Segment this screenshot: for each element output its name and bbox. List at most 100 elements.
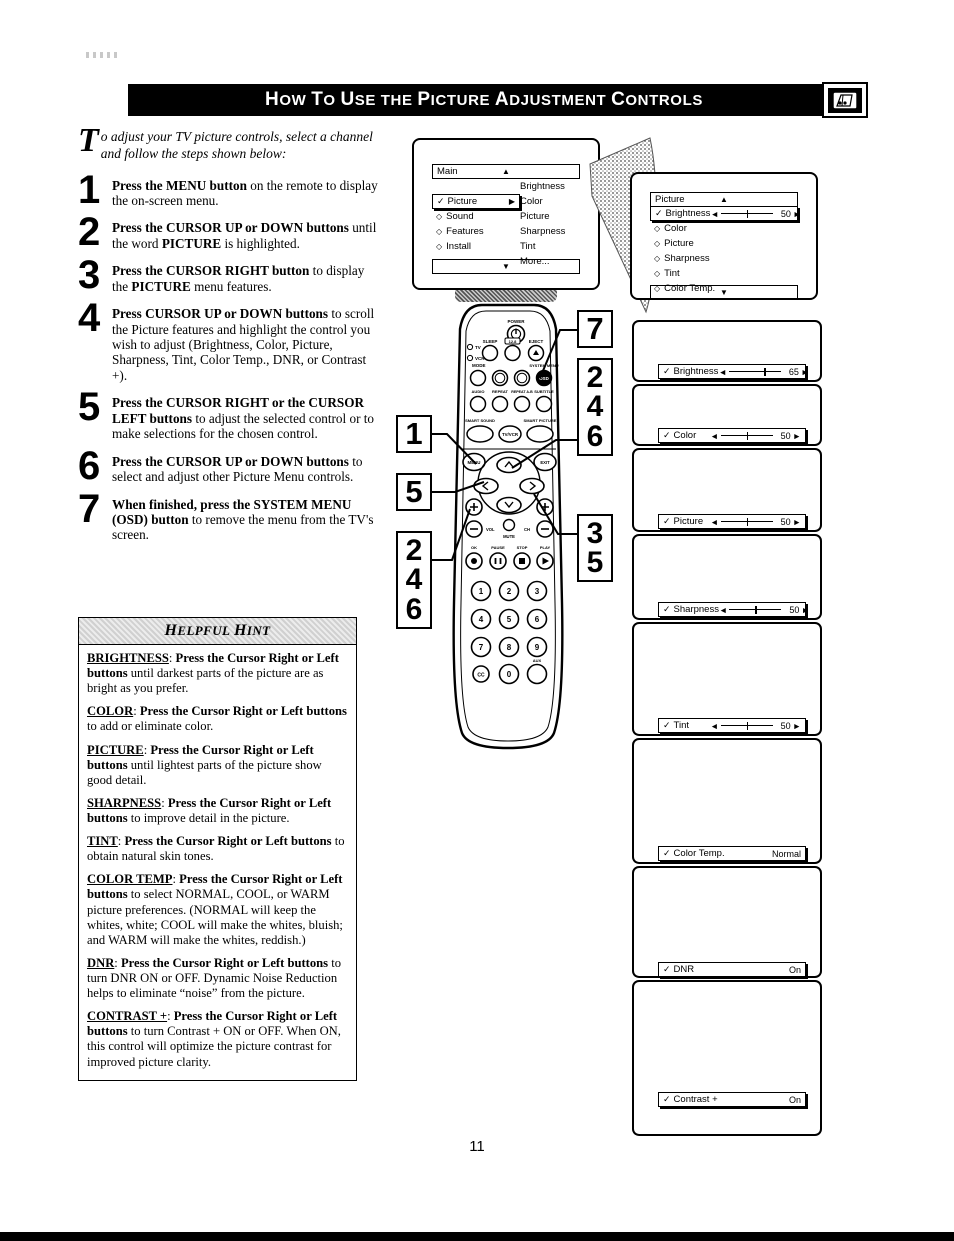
osd-picture-selected-label: Brightness (665, 208, 711, 219)
osd-picture-item-label: Tint (664, 268, 680, 279)
svg-text:VOL: VOL (486, 527, 495, 532)
check-icon: ✓ (663, 720, 671, 730)
slider-value: 50 (789, 604, 800, 615)
picture-panel-label: Picture (673, 516, 704, 527)
osd-picture-down-arrow-icon: ▼ (720, 288, 728, 297)
step-text: Press the MENU button on the remote to d… (112, 177, 378, 208)
osd-picture-selected-row[interactable]: ✓ Brightness ◄ 50 ► (650, 206, 801, 221)
callout-5: 5 (396, 473, 432, 511)
check-icon: ✓ (663, 430, 671, 440)
callout-digit: 4 (586, 390, 604, 424)
diamond-icon: ◇ (654, 239, 661, 248)
svg-text:REPEAT: REPEAT (492, 389, 508, 394)
step-text: Press the CURSOR UP or DOWN buttons unti… (112, 220, 377, 251)
osd-submenu-item-sharpness[interactable]: Sharpness (516, 224, 586, 239)
color-panel: ✓ Color ◄ 50 ► (632, 384, 822, 446)
step-item-1: 1 Press the MENU button on the remote to … (78, 170, 378, 210)
osd-picture-item-color[interactable]: ◇ Color (650, 221, 770, 236)
tint-panel-bar[interactable]: ✓ Tint ◄ 50 ► (658, 718, 806, 733)
svg-text:SLEEP: SLEEP (483, 339, 498, 344)
brightness-panel-label: Brightness (673, 366, 719, 377)
callout-digit: 6 (586, 419, 604, 453)
color-temp-panel: ✓ Color Temp. Normal (632, 738, 822, 864)
contrast-panel-bar[interactable]: ✓ Contrast + On (658, 1092, 806, 1107)
sharpness-slider[interactable]: ◄ 50 ► (719, 605, 810, 615)
osd-picture-item-picture[interactable]: ◇ Picture (650, 236, 770, 251)
osd-main-item-features[interactable]: ◇ Features (432, 224, 524, 239)
svg-text:SUBTITLE: SUBTITLE (534, 389, 554, 394)
svg-text:CH: CH (524, 527, 530, 532)
step-item-3: 3 Press the CURSOR RIGHT button to displa… (78, 253, 378, 298)
callout-1: 1 (396, 415, 432, 453)
osd-submenu-item-label: Sharpness (520, 226, 566, 237)
dnr-value: On (788, 964, 801, 975)
slider-value: 50 (780, 430, 791, 441)
step-number: 3 (78, 253, 101, 298)
instructions-column: To adjust your TV picture controls, sele… (78, 122, 378, 550)
slider-track (720, 431, 773, 440)
step-item-4: 4 Press CURSOR UP or DOWN buttons to scro… (78, 298, 378, 383)
brightness-slider[interactable]: ◄ 65 ► (718, 367, 809, 377)
osd-picture-title: Picture (655, 194, 685, 205)
osd-submenu-item-color[interactable]: Color (516, 194, 586, 209)
picture-slider[interactable]: ◄ 50 ► (710, 517, 801, 527)
tint-slider[interactable]: ◄ 50 ► (710, 721, 801, 731)
svg-text:TV/VCR: TV/VCR (502, 432, 519, 437)
dnr-panel-bar[interactable]: ✓ DNR On (658, 962, 806, 977)
step-text: Press the CURSOR UP or DOWN buttons to s… (112, 453, 363, 485)
color-slider[interactable]: ◄ 50 ► (710, 431, 801, 441)
step-text: Press the CURSOR RIGHT button to display… (112, 263, 365, 294)
diamond-icon: ◇ (654, 254, 661, 263)
svg-text:AUX: AUX (533, 658, 542, 663)
scan-artifact (86, 52, 118, 58)
osd-submenu-item-brightness[interactable]: Brightness (516, 179, 586, 194)
osd-main-item-install[interactable]: ◇ Install (432, 239, 524, 254)
callout-digit: 4 (405, 563, 423, 597)
drop-cap: T (78, 122, 99, 159)
svg-text:SMART PICTURE: SMART PICTURE (524, 418, 557, 423)
brightness-slider[interactable]: ◄ 50 ► (710, 209, 801, 219)
callout-digit: 2 (405, 533, 423, 567)
slider-value: 50 (780, 720, 791, 731)
contrast-panel: ✓ Contrast + On (632, 980, 822, 1136)
step-number: 2 (78, 210, 101, 255)
osd-main-item-picture[interactable]: ✓ Picture ▶ (432, 194, 520, 209)
color-temp-panel-label: Color Temp. (673, 848, 725, 859)
color-temp-value: Normal (771, 848, 801, 859)
check-icon: ✓ (663, 516, 671, 526)
tv-set-icon (822, 82, 868, 118)
osd-submenu-item-tint[interactable]: Tint (516, 239, 586, 254)
osd-picture-item-tint[interactable]: ◇ Tint (650, 266, 770, 281)
diamond-icon: ◇ (436, 212, 443, 221)
slider-track (720, 517, 773, 526)
osd-picture-item-sharpness[interactable]: ◇ Sharpness (650, 251, 770, 266)
color-temp-panel-bar[interactable]: ✓ Color Temp. Normal (658, 846, 806, 861)
slider-left-arrow-icon: ◄ (710, 430, 719, 441)
color-panel-label: Color (673, 430, 697, 441)
remote-control-illustration: POWER TV VCR SLEEP 12.8 EJECT MODE SYSTE… (448, 303, 568, 750)
svg-text:SMART SOUND: SMART SOUND (465, 418, 495, 423)
color-panel-bar[interactable]: ✓ Color ◄ 50 ► (658, 428, 806, 443)
slider-track (720, 209, 773, 218)
osd-picture-title-bar: Picture ▲ (650, 192, 798, 207)
slider-value: 65 (788, 366, 799, 377)
sharpness-panel-bar[interactable]: ✓ Sharpness ◄ 50 ► (658, 602, 810, 617)
picture-panel-bar[interactable]: ✓ Picture ◄ 50 ► (658, 514, 806, 529)
slider-right-arrow-icon: ► (792, 516, 801, 527)
svg-text:STOP: STOP (517, 545, 528, 550)
diamond-icon: ◇ (436, 242, 443, 251)
osd-picture-up-arrow-icon: ▲ (720, 195, 728, 204)
osd-main-item-sound[interactable]: ◇ Sound (432, 209, 524, 224)
svg-text:9: 9 (535, 643, 540, 652)
osd-picture-item-label: Picture (664, 238, 694, 249)
svg-text:AUDIO: AUDIO (472, 389, 485, 394)
callout-digit: 7 (586, 310, 604, 346)
check-icon: ✓ (663, 964, 671, 974)
svg-text:0: 0 (507, 670, 512, 679)
hint-item-sharpness: SHARPNESS: Press the Cursor Right or Lef… (87, 795, 332, 825)
hint-item-color: COLOR: Press the Cursor Right or Left bu… (87, 704, 347, 734)
page-header-bar: HOW TO USE THE PICTURE ADJUSTMENT CONTRO… (128, 84, 840, 116)
brightness-panel-bar[interactable]: ✓ Brightness ◄ 65 ► (658, 364, 809, 379)
callout-digit: 3 (586, 516, 604, 550)
osd-submenu-item-picture[interactable]: Picture (516, 209, 586, 224)
